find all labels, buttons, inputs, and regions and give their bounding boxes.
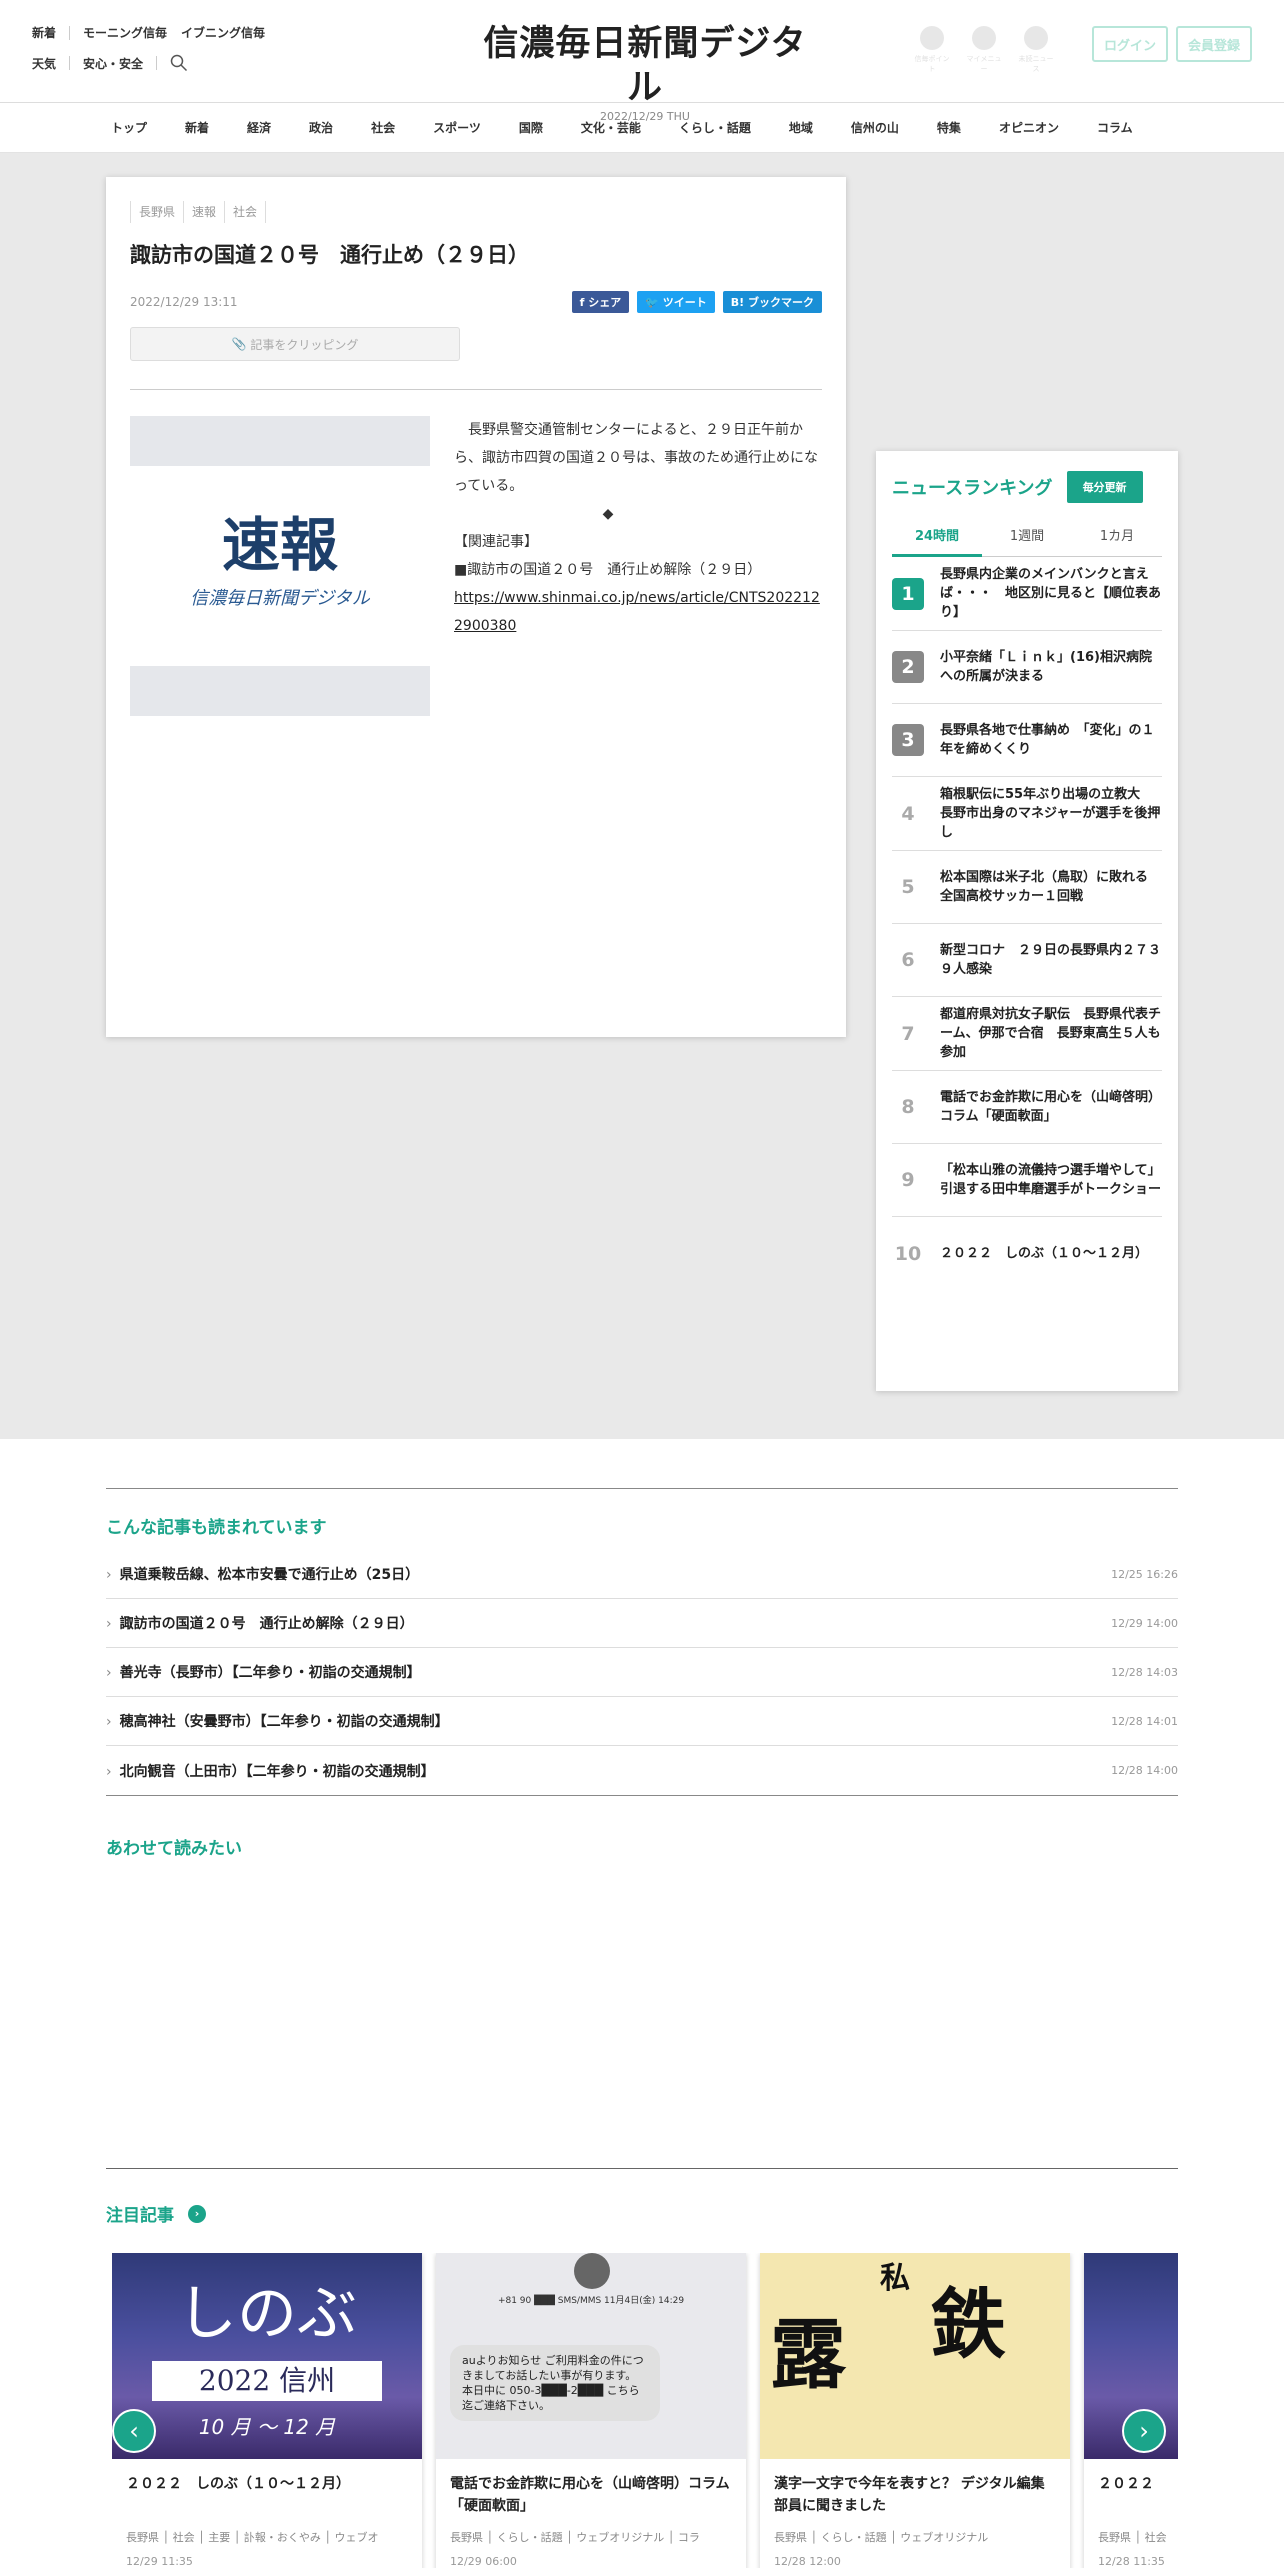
featured-card[interactable]: ２０２２ 長野県 │ 社会 12/28 11:35: [1084, 2253, 1178, 2568]
card-date: 12/28 12:00: [774, 2555, 841, 2568]
featured-card[interactable]: +81 90 ███ SMS/MMS 11月4日(金) 14:29 auよりお知…: [436, 2253, 746, 2568]
card-title: 電話でお金詐欺に用心を（山﨑啓明）コラム「硬面軟面」: [450, 2476, 730, 2514]
section-title: 注目記事: [106, 2206, 174, 2226]
login-button[interactable]: ログイン: [1092, 26, 1168, 62]
card-title: ２０２２: [1098, 2476, 1154, 2492]
ranking-item[interactable]: 1 長野県内企業のメインバンクと言えば・・・ 地区別に見ると【順位表あり】: [892, 557, 1162, 631]
card-title: ２０２２ しのぶ（１０～１２月）: [126, 2476, 350, 2492]
link-safety[interactable]: 安心・安全: [83, 55, 143, 72]
list-item[interactable]: 穂高神社（安曇野市）【二年参り・初詣の交通規制】12/28 14:01: [106, 1697, 1178, 1746]
card-tags: 長野県 │ くらし・話題 │ ウェブオリジナル │ コラ: [450, 2531, 700, 2544]
list-item[interactable]: 北向観音（上田市）【二年参り・初詣の交通規制】12/28 14:00: [106, 1746, 1178, 1795]
ranking-item[interactable]: 10 ２０２２ しのぶ（１０～１２月）: [892, 1217, 1162, 1290]
carousel-next-button[interactable]: ›: [1122, 2409, 1166, 2453]
card-date: 12/29 11:35: [126, 2555, 193, 2568]
header-date: 2022/12/29 THU: [600, 110, 690, 123]
card-tags: 長野県 │ 社会 │ 主要 │ 訃報・おくやみ │ ウェブオ: [126, 2531, 379, 2544]
nav-item[interactable]: トップ: [92, 119, 166, 136]
hatena-bookmark-button[interactable]: B! ブックマーク: [722, 291, 822, 313]
related-link[interactable]: https://www.shinmai.co.jp/news/article/C…: [454, 584, 822, 640]
mymenu-icon[interactable]: マイメニュー: [964, 26, 1004, 74]
tab-1month[interactable]: 1カ月: [1072, 525, 1162, 556]
article-card: 長野県 速報 社会 諏訪市の国道２０号 通行止め（２９日） 2022/12/29…: [106, 177, 846, 1037]
related-heading: 【関連記事】: [454, 534, 538, 550]
unread-icon[interactable]: 未読ニュース: [1016, 26, 1056, 74]
list-item[interactable]: 県道乗鞍岳線、松本市安曇で通行止め（25日）12/25 16:26: [106, 1550, 1178, 1599]
section-title: こんな記事も読まれています: [106, 1518, 327, 1538]
article-date: 2022/12/29 13:11: [130, 295, 238, 309]
card-tags: 長野県 │ 社会: [1098, 2531, 1166, 2544]
nav-item[interactable]: 新着: [166, 119, 228, 136]
nav-item[interactable]: 経済: [228, 119, 290, 136]
article-area: 長野県 速報 社会 諏訪市の国道２０号 通行止め（２９日） 2022/12/29…: [0, 153, 1284, 1439]
register-button[interactable]: 会員登録: [1176, 26, 1252, 62]
facebook-share-button[interactable]: f シェア: [571, 291, 630, 313]
link-new[interactable]: 新着: [32, 24, 56, 41]
ranking-item[interactable]: 6 新型コロナ ２９日の長野県内２７３９人感染: [892, 924, 1162, 997]
related-item: ■諏訪市の国道２０号 通行止め解除（２９日）: [454, 562, 762, 578]
nav-item[interactable]: 政治: [290, 119, 352, 136]
ranking-item[interactable]: 9 「松本山雅の流儀持つ選手増やして」 引退する田中隼磨選手がトークショー: [892, 1144, 1167, 1217]
card-title: 漢字一文字で今年を表すと？ デジタル編集部員に聞きました: [774, 2476, 1045, 2514]
clip-icon: 📎: [231, 337, 251, 351]
clip-button[interactable]: 📎 記事をクリッピング: [130, 327, 460, 361]
tag[interactable]: 長野県: [130, 201, 183, 223]
card-date: 12/28 11:35: [1098, 2555, 1165, 2568]
nav-item[interactable]: コラム: [1078, 119, 1152, 136]
tab-24h[interactable]: 24時間: [892, 525, 982, 557]
article-paragraph: 長野県警交通管制センターによると、２９日正午前から、諏訪市四賀の国道２０号は、事…: [454, 422, 818, 494]
news-ranking: ニュースランキング 毎分更新 24時間 1週間 1カ月 1 長野県内企業のメインバ…: [876, 451, 1178, 1391]
nav-item[interactable]: 特集: [918, 119, 980, 136]
carousel-prev-button[interactable]: ‹: [112, 2409, 156, 2453]
header-icons: 信毎ポイント マイメニュー 未読ニュース: [912, 26, 1056, 74]
chevron-right-icon[interactable]: ›: [188, 2204, 206, 2223]
article-tags: 長野県 速報 社会: [130, 201, 822, 223]
site-logo[interactable]: 信濃毎日新聞デジタル 2022/12/29 THU: [470, 22, 820, 123]
article-body: 長野県警交通管制センターによると、２９日正午前から、諏訪市四賀の国道２０号は、事…: [454, 416, 822, 716]
ranking-item[interactable]: 8 電話でお金詐欺に用心を（山﨑啓明）コラム「硬面軟面」: [892, 1071, 1162, 1144]
featured-carousel: しのぶ 2022 信州 10 月 ～ 12 月 ２０２２ しのぶ（１０～１２月）…: [112, 2253, 1178, 2568]
tag[interactable]: 社会: [224, 201, 267, 223]
ranking-item[interactable]: 7 都道府県対抗女子駅伝 長野県代表チーム、伊那で合宿 長野東高生５人も参加: [892, 997, 1162, 1071]
point-icon[interactable]: 信毎ポイント: [912, 26, 952, 74]
list-item[interactable]: 善光寺（長野市）【二年参り・初詣の交通規制】12/28 14:03: [106, 1648, 1178, 1697]
logo-text: 信濃毎日新聞デジタル: [483, 23, 807, 108]
tag[interactable]: 速報: [183, 201, 224, 223]
tab-1week[interactable]: 1週間: [982, 525, 1072, 556]
separator: ◆: [602, 506, 614, 522]
tweet-button[interactable]: 🐦 ツイート: [637, 291, 715, 313]
article-title: 諏訪市の国道２０号 通行止め（２９日）: [130, 243, 529, 267]
link-weather[interactable]: 天気: [32, 55, 56, 72]
ranking-item[interactable]: 5 松本国際は米子北（鳥取）に敗れる 全国高校サッカー１回戦: [892, 851, 1162, 924]
nav-item[interactable]: 信州の山: [832, 119, 918, 136]
card-image: 露 鉄 私: [760, 2253, 1070, 2459]
breaking-news-logo: 速報: [221, 511, 338, 579]
ranking-item[interactable]: 3 長野県各地で仕事納め 「変化」の１年を締めくくり: [892, 704, 1162, 777]
ranking-item[interactable]: 2 小平奈緒「Ｌｉｎｋ」(16)相沢病院への所属が決まる: [892, 631, 1162, 704]
featured-card[interactable]: しのぶ 2022 信州 10 月 ～ 12 月 ２０２２ しのぶ（１０～１２月）…: [112, 2253, 422, 2568]
card-date: 12/29 06:00: [450, 2555, 517, 2568]
card-image: しのぶ 2022 信州 10 月 ～ 12 月: [112, 2253, 422, 2459]
section-title: あわせて読みたい: [106, 1839, 242, 1859]
article-image: 速報 信濃毎日新聞デジタル: [130, 416, 430, 716]
recommend-section: あわせて読みたい: [106, 1834, 1178, 1859]
featured-section: 注目記事 › しのぶ 2022 信州 10 月 ～ 12 月 ２０２２ しのぶ（…: [106, 2168, 1178, 2568]
link-evening[interactable]: イブニング信毎: [181, 24, 265, 41]
site-header: 新着 モーニング信毎 イブニング信毎 天気 安心・安全 信濃毎日新聞デジタル 2…: [0, 0, 1284, 123]
search-icon[interactable]: [170, 54, 188, 72]
header-links-row1: 新着 モーニング信毎 イブニング信毎: [32, 24, 265, 41]
also-read-section: こんな記事も読まれています 県道乗鞍岳線、松本市安曇で通行止め（25日）12/2…: [106, 1488, 1178, 1796]
card-image: +81 90 ███ SMS/MMS 11月4日(金) 14:29 auよりお知…: [436, 2253, 746, 2459]
ranking-title: ニュースランキング: [892, 478, 1053, 499]
ranking-item[interactable]: 4 箱根駅伝に55年ぶり出場の立教大 長野市出身のマネジャーが選手を後押し: [892, 777, 1162, 851]
featured-card[interactable]: 露 鉄 私 漢字一文字で今年を表すと？ デジタル編集部員に聞きました 長野県 │…: [760, 2253, 1070, 2568]
card-tags: 長野県 │ くらし・話題 │ ウェブオリジナル: [774, 2531, 989, 2544]
list-item[interactable]: 諏訪市の国道２０号 通行止め解除（２９日）12/29 14:00: [106, 1599, 1178, 1648]
ranking-badge: 毎分更新: [1066, 471, 1143, 503]
link-morning[interactable]: モーニング信毎: [83, 24, 167, 41]
nav-item[interactable]: 社会: [352, 119, 414, 136]
nav-item[interactable]: オピニオン: [980, 119, 1078, 136]
header-links-row2: 天気 安心・安全: [32, 54, 188, 72]
